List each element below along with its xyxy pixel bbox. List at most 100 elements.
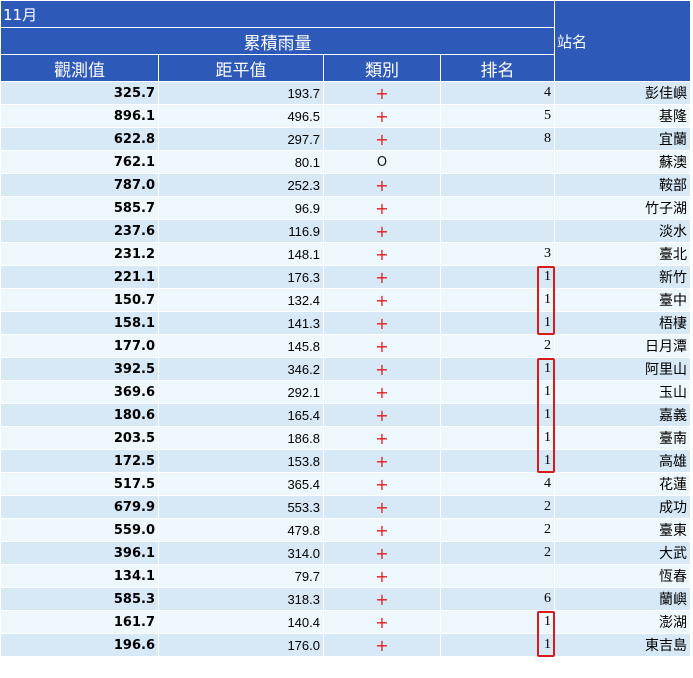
deviation-value-cell: 80.1 xyxy=(158,150,324,174)
observed-value-cell: 369.6 xyxy=(0,380,159,404)
table-row: 180.6 165.4 +1 嘉義 xyxy=(0,403,692,427)
observed-value-cell: 396.1 xyxy=(0,541,159,565)
category-cell: + xyxy=(323,587,441,611)
table-row: 325.7 193.7 +4 彭佳嶼 xyxy=(0,81,692,105)
table-row: 231.2 148.1 +3 臺北 xyxy=(0,242,692,266)
observed-value-cell: 517.5 xyxy=(0,472,159,496)
category-cell: + xyxy=(323,426,441,450)
observed-value-cell: 158.1 xyxy=(0,311,159,335)
deviation-value-cell: 153.8 xyxy=(158,449,324,473)
table-row: 150.7 132.4 +1 臺中 xyxy=(0,288,692,312)
observed-value-cell: 172.5 xyxy=(0,449,159,473)
deviation-value-cell: 318.3 xyxy=(158,587,324,611)
deviation-value-cell: 193.7 xyxy=(158,81,324,105)
observed-value-cell: 622.8 xyxy=(0,127,159,151)
table-row: 585.7 96.9 + 竹子湖 xyxy=(0,196,692,220)
station-name-cell: 東吉島 xyxy=(554,633,692,657)
table-row: 559.0 479.8 +2 臺東 xyxy=(0,518,692,542)
rank-cell: 2 xyxy=(440,541,556,565)
station-name-cell: 臺東 xyxy=(554,518,692,542)
category-cell: + xyxy=(323,242,441,266)
station-name-cell: 高雄 xyxy=(554,449,692,473)
observed-value-cell: 177.0 xyxy=(0,334,159,358)
table-row: 134.1 79.7 + 恆春 xyxy=(0,564,692,588)
category-cell: + xyxy=(323,288,441,312)
deviation-value-cell: 176.0 xyxy=(158,633,324,657)
table-row: 762.1 80.1 O 蘇澳 xyxy=(0,150,692,174)
station-name-cell: 宜蘭 xyxy=(554,127,692,151)
deviation-value-cell: 132.4 xyxy=(158,288,324,312)
rank-cell xyxy=(440,219,556,243)
observed-value-cell: 787.0 xyxy=(0,173,159,197)
category-cell: + xyxy=(323,472,441,496)
deviation-value-cell: 79.7 xyxy=(158,564,324,588)
column-header-observed: 觀測值 xyxy=(0,54,159,82)
deviation-value-cell: 141.3 xyxy=(158,311,324,335)
station-name-cell: 臺北 xyxy=(554,242,692,266)
deviation-value-cell: 140.4 xyxy=(158,610,324,634)
category-cell: + xyxy=(323,334,441,358)
station-name-cell: 淡水 xyxy=(554,219,692,243)
station-name-cell: 基隆 xyxy=(554,104,692,128)
category-cell: + xyxy=(323,541,441,565)
category-cell: + xyxy=(323,196,441,220)
deviation-value-cell: 553.3 xyxy=(158,495,324,519)
station-name-cell: 澎湖 xyxy=(554,610,692,634)
rank-cell: 1 xyxy=(440,426,556,450)
deviation-value-cell: 496.5 xyxy=(158,104,324,128)
deviation-value-cell: 346.2 xyxy=(158,357,324,381)
rank-cell: 1 xyxy=(440,288,556,312)
observed-value-cell: 559.0 xyxy=(0,518,159,542)
category-cell: O xyxy=(323,150,441,174)
category-cell: + xyxy=(323,610,441,634)
table-row: 158.1 141.3 +1 梧棲 xyxy=(0,311,692,335)
category-cell: + xyxy=(323,219,441,243)
observed-value-cell: 679.9 xyxy=(0,495,159,519)
table-row: 161.7 140.4 +1 澎湖 xyxy=(0,610,692,634)
station-name-cell: 新竹 xyxy=(554,265,692,289)
station-name-header: 站名 xyxy=(554,0,692,82)
category-cell: + xyxy=(323,265,441,289)
deviation-value-cell: 479.8 xyxy=(158,518,324,542)
observed-value-cell: 180.6 xyxy=(0,403,159,427)
rank-cell: 8 xyxy=(440,127,556,151)
rank-cell: 1 xyxy=(440,265,556,289)
station-name-cell: 恆春 xyxy=(554,564,692,588)
table-row: 237.6 116.9 + 淡水 xyxy=(0,219,692,243)
column-header-deviation: 距平值 xyxy=(158,54,324,82)
observed-value-cell: 150.7 xyxy=(0,288,159,312)
deviation-value-cell: 165.4 xyxy=(158,403,324,427)
rank-cell xyxy=(440,150,556,174)
table-row: 517.5 365.4 +4 花蓮 xyxy=(0,472,692,496)
table-row: 396.1 314.0 +2 大武 xyxy=(0,541,692,565)
rank-cell xyxy=(440,564,556,588)
station-name-cell: 梧棲 xyxy=(554,311,692,335)
station-name-cell: 玉山 xyxy=(554,380,692,404)
station-name-cell: 蘇澳 xyxy=(554,150,692,174)
observed-value-cell: 762.1 xyxy=(0,150,159,174)
deviation-value-cell: 176.3 xyxy=(158,265,324,289)
station-name-cell: 阿里山 xyxy=(554,357,692,381)
table-row: 622.8 297.7 +8 宜蘭 xyxy=(0,127,692,151)
observed-value-cell: 896.1 xyxy=(0,104,159,128)
station-name-cell: 彭佳嶼 xyxy=(554,81,692,105)
rank-cell: 2 xyxy=(440,518,556,542)
rank-cell: 5 xyxy=(440,104,556,128)
station-name-cell: 花蓮 xyxy=(554,472,692,496)
table-row: 679.9 553.3 +2 成功 xyxy=(0,495,692,519)
category-cell: + xyxy=(323,403,441,427)
table-row: 177.0 145.8 +2 日月潭 xyxy=(0,334,692,358)
table-row: 221.1 176.3 +1 新竹 xyxy=(0,265,692,289)
station-name-cell: 日月潭 xyxy=(554,334,692,358)
station-name-cell: 嘉義 xyxy=(554,403,692,427)
table-row: 896.1 496.5 +5 基隆 xyxy=(0,104,692,128)
observed-value-cell: 237.6 xyxy=(0,219,159,243)
column-header-category: 類別 xyxy=(323,54,441,82)
category-cell: + xyxy=(323,104,441,128)
rank-cell: 2 xyxy=(440,495,556,519)
accumulated-rainfall-header: 累積雨量 xyxy=(0,27,556,55)
rank-cell: 1 xyxy=(440,403,556,427)
table-row: 392.5 346.2 +1 阿里山 xyxy=(0,357,692,381)
table-row: 203.5 186.8 +1 臺南 xyxy=(0,426,692,450)
deviation-value-cell: 314.0 xyxy=(158,541,324,565)
